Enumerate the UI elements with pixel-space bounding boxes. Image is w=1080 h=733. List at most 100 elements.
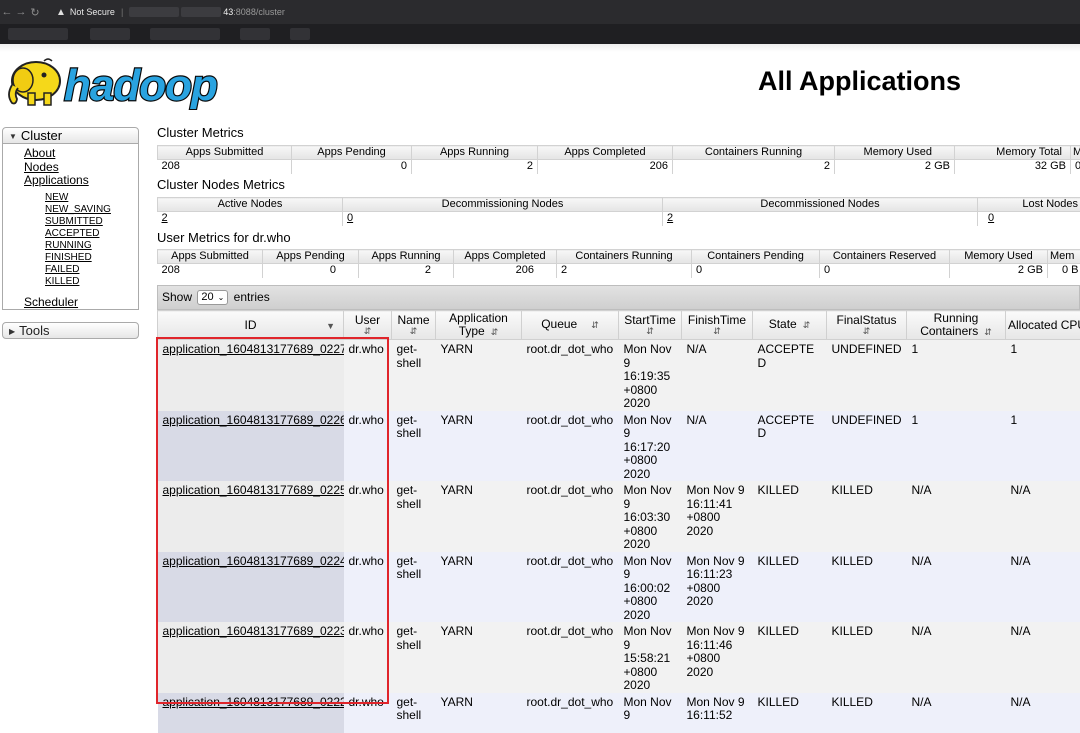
cluster-metric-value: 2 [412,160,538,174]
app-running-containers: 1 [907,340,1006,411]
sidebar-state-new-saving[interactable]: NEW_SAVING [45,204,138,216]
app-id-link[interactable]: application_1604813177689_0223 [163,624,344,638]
back-arrow-icon[interactable]: ← [0,6,14,18]
user-metric-value: 2 [359,264,454,278]
page-title: All Applications [758,66,961,97]
node-metric-header: Decommissioned Nodes [663,198,978,212]
sort-icon: ⇵ [591,320,599,330]
app-start-time: Mon Nov 9 16:03:30 +0800 2020 [619,481,682,552]
column-header-starttime[interactable]: StartTime⇵ [619,311,682,340]
app-finish-time: Mon Nov 9 16:11:23 +0800 2020 [682,552,753,623]
column-header-queue[interactable]: Queue⇵ [522,311,619,340]
sidebar-state-new[interactable]: NEW [45,192,138,204]
app-allocated-vcores: N/A [1006,552,1080,623]
sidebar-link-applications[interactable]: Applications [24,174,138,188]
cluster-metric-value: 0 [1071,160,1080,174]
sidebar-state-accepted[interactable]: ACCEPTED [45,228,138,240]
cluster-metric-header: Apps Pending [292,146,412,160]
app-user: dr.who [344,552,392,623]
column-header-name[interactable]: Name⇵ [392,311,436,340]
triangle-right-icon: ▶ [9,327,15,336]
column-header-application-type[interactable]: Application Type⇵ [436,311,522,340]
user-metric-value: 0 B [1048,264,1080,278]
elephant-icon [9,59,60,105]
url-host[interactable]: 43 [223,7,233,17]
triangle-down-icon: ▼ [9,132,17,141]
page-size-select[interactable]: 20⌄ [197,290,228,305]
app-id-link[interactable]: application_1604813177689_0226 [163,413,344,427]
app-id-link[interactable]: application_1604813177689_0227 [163,342,344,356]
app-state: KILLED [753,622,827,693]
reload-icon[interactable]: ↻ [28,6,42,19]
cluster-section-header[interactable]: ▼Cluster [2,127,139,144]
column-header-finalstatus[interactable]: FinalStatus⇵ [827,311,907,340]
tools-section-header[interactable]: ▶Tools [2,322,139,339]
app-user: dr.who [344,481,392,552]
app-id-link[interactable]: application_1604813177689_0224 [163,554,344,568]
cluster-metric-header: Containers Running [673,146,835,160]
table-row: application_1604813177689_0227dr.whoget-… [158,340,1080,411]
app-name: get-shell [392,411,436,482]
sidebar-state-failed[interactable]: FAILED [45,264,138,276]
sidebar-state-submitted[interactable]: SUBMITTED [45,216,138,228]
app-state: ACCEPTED [753,340,827,411]
lost-nodes-link[interactable]: 0 [988,212,994,224]
sort-icon: ⇵ [394,327,433,336]
user-metric-value: 2 [557,264,692,278]
user-metric-value: 2 GB [950,264,1048,278]
cluster-metric-header: Memory Used [835,146,955,160]
user-metric-value: 0 [263,264,359,278]
sidebar-link-scheduler[interactable]: Scheduler [24,296,138,310]
column-header-state[interactable]: State⇵ [753,311,827,340]
cluster-metric-value: 0 [292,160,412,174]
app-allocated-vcores: 1 [1006,340,1080,411]
sidebar-state-running[interactable]: RUNNING [45,240,138,252]
app-running-containers: 1 [907,411,1006,482]
node-metric-header: Lost Nodes [978,198,1080,212]
sidebar-state-finished[interactable]: FINISHED [45,252,138,264]
url-path[interactable]: :8088/cluster [233,7,285,17]
sort-icon: ⇵ [621,327,679,336]
sort-icon: ⇵ [684,327,750,336]
sidebar-link-about[interactable]: About [24,147,138,161]
active-nodes-link[interactable]: 2 [162,212,168,224]
cluster-metric-value: 2 [673,160,835,174]
decommissioning-nodes-link[interactable]: 0 [347,212,353,224]
table-row: application_1604813177689_0225dr.whoget-… [158,481,1080,552]
app-final-status: UNDEFINED [827,411,907,482]
app-user: dr.who [344,622,392,693]
app-running-containers: N/A [907,552,1006,623]
forward-arrow-icon[interactable]: → [14,6,28,18]
app-id-link[interactable]: application_1604813177689_0222 [163,695,344,709]
sidebar-state-killed[interactable]: KILLED [45,276,138,288]
app-allocated-vcores: 1 [1006,411,1080,482]
sidebar-link-nodes[interactable]: Nodes [24,161,138,175]
cluster-metric-header: Apps Completed [538,146,673,160]
sidebar: ▼Cluster About Nodes Applications NEW NE… [2,127,139,339]
user-metric-header: Apps Completed [454,250,557,264]
column-header-allocated-vcores[interactable]: Allocated CPU VCores [1006,311,1080,340]
app-start-time: Mon Nov 9 16:19:35 +0800 2020 [619,340,682,411]
table-row: application_1604813177689_0224dr.whoget-… [158,552,1080,623]
app-id-link[interactable]: application_1604813177689_0225 [163,483,344,497]
app-running-containers: N/A [907,481,1006,552]
app-queue: root.dr_dot_who [522,481,619,552]
sort-icon: ⇵ [829,327,904,336]
user-metric-header: Containers Running [557,250,692,264]
browser-toolbar: ← → ↻ ▲ Not Secure | 43:8088/cluster [0,0,1080,24]
app-queue: root.dr_dot_who [522,552,619,623]
cluster-metric-value: 2 GB [835,160,955,174]
cluster-metric-header: Apps Running [412,146,538,160]
column-header-id[interactable]: ID▼ [158,311,344,340]
column-header-user[interactable]: User⇵ [344,311,392,340]
app-final-status: KILLED [827,481,907,552]
user-metrics-table: Apps Submitted Apps Pending Apps Running… [157,249,1080,278]
column-header-running-containers[interactable]: Running Containers⇵ [907,311,1006,340]
app-type: YARN [436,340,522,411]
user-metric-header: Memory Used [950,250,1048,264]
sort-icon: ⇵ [346,327,389,336]
app-name: get-shell [392,340,436,411]
decommissioned-nodes-link[interactable]: 2 [667,212,673,224]
column-header-finishtime[interactable]: FinishTime⇵ [682,311,753,340]
user-metric-header: Apps Submitted [158,250,263,264]
